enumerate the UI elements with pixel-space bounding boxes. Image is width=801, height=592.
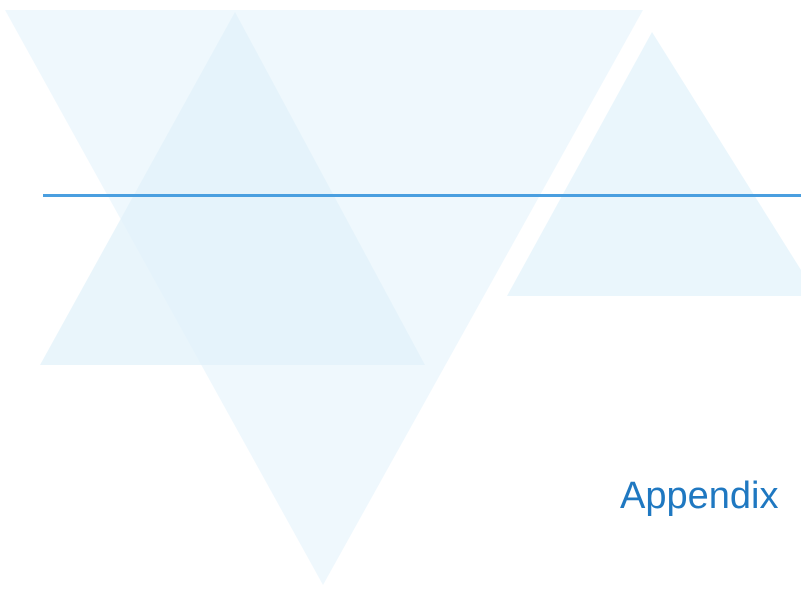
horizontal-divider <box>43 194 801 197</box>
slide: Appendix <box>0 0 801 592</box>
section-title: Appendix <box>620 475 779 517</box>
